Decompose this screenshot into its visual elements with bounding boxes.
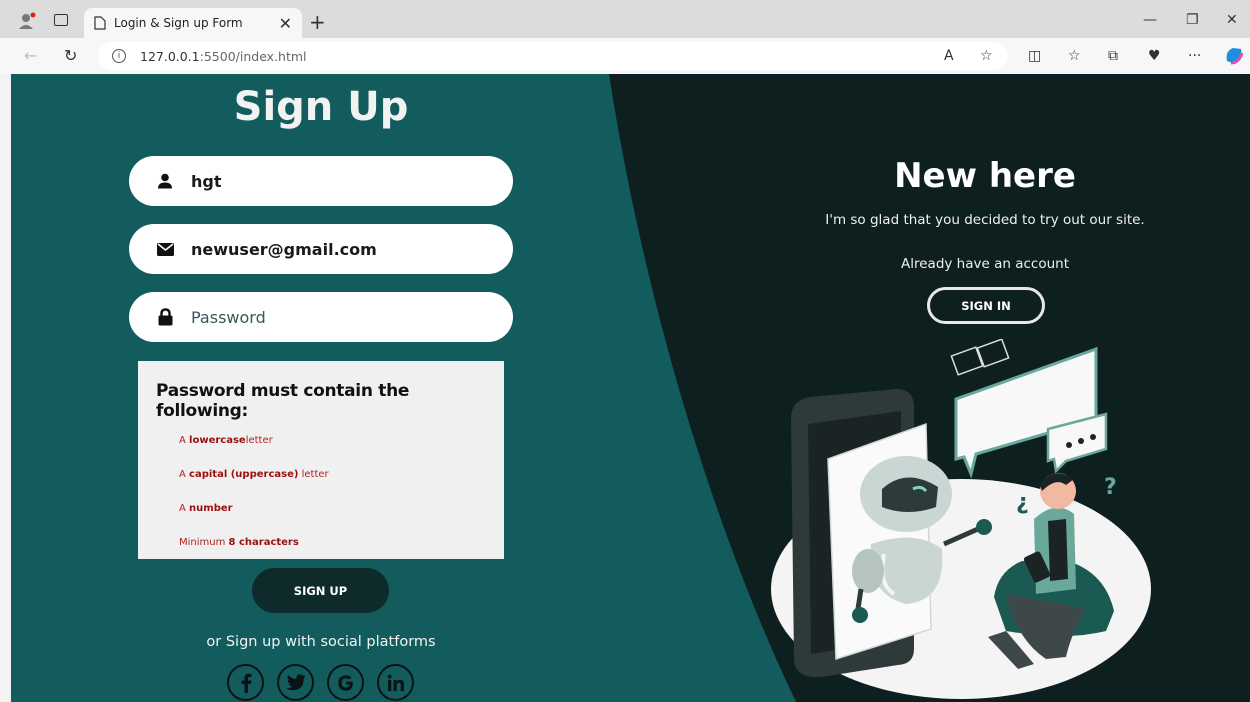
- rule-number: A number: [179, 503, 486, 537]
- window-close-icon[interactable]: ✕: [1226, 12, 1238, 28]
- copilot-icon[interactable]: [1223, 45, 1245, 67]
- rule-lowercase: A lowercaseletter: [179, 435, 486, 469]
- rule-text: letter: [245, 435, 273, 446]
- rule-text: A: [179, 435, 190, 446]
- minimize-icon[interactable]: —: [1143, 12, 1157, 28]
- linkedin-icon[interactable]: [377, 664, 414, 701]
- address-bar[interactable]: i 127.0.0.1:5500/index.html: [98, 42, 1008, 70]
- rule-strong: lowercase: [189, 435, 246, 446]
- signup-title: Sign Up: [233, 84, 409, 130]
- collections-icon[interactable]: ⧉: [1108, 48, 1118, 64]
- favorite-star-icon[interactable]: ☆: [980, 48, 993, 64]
- password-field[interactable]: [129, 292, 513, 342]
- panel-title: New here: [894, 156, 1076, 196]
- rule-strong: 8 characters: [228, 537, 299, 548]
- signin-button[interactable]: SIGN IN: [927, 287, 1045, 324]
- lock-icon: [155, 307, 175, 327]
- rule-text: A: [179, 503, 190, 514]
- username-field[interactable]: [129, 156, 513, 206]
- twitter-icon[interactable]: [277, 664, 314, 701]
- rule-length: Minimum 8 characters: [179, 537, 486, 571]
- read-aloud-icon[interactable]: A: [944, 48, 954, 64]
- rule-text: Minimum: [179, 537, 229, 548]
- split-screen-icon[interactable]: ◫: [1028, 48, 1041, 64]
- url-path: :5500/index.html: [199, 48, 307, 64]
- signup-button[interactable]: SIGN UP: [252, 568, 389, 613]
- more-menu-icon[interactable]: ···: [1188, 48, 1201, 64]
- page-viewport: Sign Up Password must contain the follow…: [11, 74, 1250, 702]
- restore-icon[interactable]: ❐: [1186, 12, 1199, 28]
- panel-description: I'm so glad that you decided to try out …: [825, 212, 1145, 228]
- google-icon[interactable]: [327, 664, 364, 701]
- info-icon[interactable]: i: [112, 49, 126, 63]
- password-input[interactable]: [191, 307, 481, 327]
- page-icon: [94, 16, 106, 30]
- envelope-icon: [155, 239, 175, 259]
- tab-title: Login & Sign up Form: [114, 16, 243, 30]
- email-input[interactable]: [191, 239, 481, 259]
- requirements-title: Password must contain the following:: [156, 381, 410, 421]
- rule-strong: number: [189, 503, 233, 514]
- social-signup-text: or Sign up with social platforms: [206, 634, 436, 650]
- browser-toolbar: ← ↻ i 127.0.0.1:5500/index.html A ☆ ◫ ☆ …: [0, 38, 1250, 74]
- back-icon[interactable]: ←: [24, 46, 37, 65]
- rule-text: A: [179, 469, 190, 480]
- tab-actions-icon[interactable]: [54, 14, 68, 26]
- browser-tabbar: Login & Sign up Form ✕ + — ❐ ✕: [0, 0, 1250, 38]
- browser-essentials-icon[interactable]: ♥: [1148, 48, 1161, 64]
- robot-person-illustration: ¿ ?: [771, 339, 1151, 699]
- refresh-icon[interactable]: ↻: [64, 46, 77, 65]
- tab-login-signup[interactable]: Login & Sign up Form ✕: [84, 8, 302, 38]
- rule-strong: capital (uppercase): [189, 469, 299, 480]
- speech-bubbles: [950, 339, 1108, 479]
- password-requirements: Password must contain the following: A l…: [138, 361, 504, 559]
- favorites-icon[interactable]: ☆: [1068, 48, 1081, 64]
- already-account-text: Already have an account: [901, 256, 1069, 272]
- svg-text:?: ?: [1104, 475, 1117, 500]
- rule-text: letter: [298, 469, 329, 480]
- email-field[interactable]: [129, 224, 513, 274]
- svg-text:¿: ¿: [1016, 490, 1029, 515]
- new-tab-button[interactable]: +: [309, 10, 326, 34]
- profile-icon[interactable]: [18, 12, 36, 30]
- phone-shape: [791, 389, 932, 678]
- user-icon: [155, 171, 175, 191]
- username-input[interactable]: [191, 171, 481, 191]
- rule-uppercase: A capital (uppercase) letter: [179, 469, 486, 503]
- url-text: 127.0.0.1:5500/index.html: [140, 49, 307, 64]
- facebook-icon[interactable]: [227, 664, 264, 701]
- close-tab-icon[interactable]: ✕: [279, 14, 292, 33]
- url-host: 127.0.0.1: [140, 48, 200, 64]
